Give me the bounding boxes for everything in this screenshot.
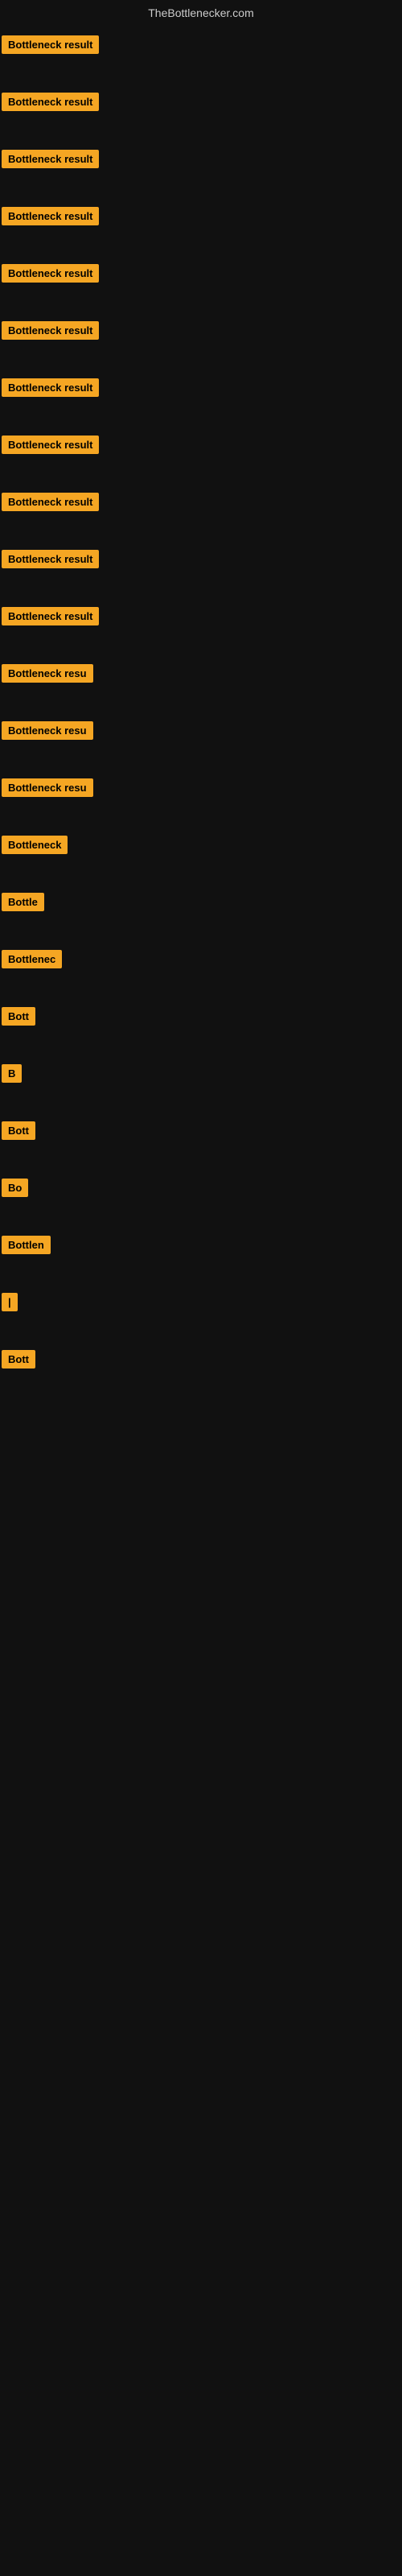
bottleneck-item-1: Bottleneck result xyxy=(0,27,402,62)
bottleneck-item-22: Bottlen xyxy=(0,1228,402,1262)
bottleneck-item-14: Bottleneck resu xyxy=(0,770,402,805)
bottleneck-badge-7[interactable]: Bottleneck result xyxy=(2,378,99,397)
bottleneck-badge-8[interactable]: Bottleneck result xyxy=(2,436,99,454)
bottleneck-item-5: Bottleneck result xyxy=(0,256,402,291)
bottleneck-item-18: Bott xyxy=(0,999,402,1034)
bottleneck-badge-16[interactable]: Bottle xyxy=(2,893,44,911)
bottleneck-item-8: Bottleneck result xyxy=(0,427,402,462)
bottleneck-badge-18[interactable]: Bott xyxy=(2,1007,35,1026)
bottleneck-item-13: Bottleneck resu xyxy=(0,713,402,748)
bottleneck-badge-20[interactable]: Bott xyxy=(2,1121,35,1140)
items-container: Bottleneck result Bottleneck result Bottle… xyxy=(0,27,402,1415)
bottleneck-badge-24[interactable]: Bott xyxy=(2,1350,35,1368)
bottleneck-badge-12[interactable]: Bottleneck resu xyxy=(2,664,93,683)
bottleneck-item-23: | xyxy=(0,1285,402,1319)
bottleneck-badge-1[interactable]: Bottleneck result xyxy=(2,35,99,54)
bottleneck-item-7: Bottleneck result xyxy=(0,370,402,405)
bottleneck-badge-13[interactable]: Bottleneck resu xyxy=(2,721,93,740)
bottleneck-badge-6[interactable]: Bottleneck result xyxy=(2,321,99,340)
bottleneck-badge-11[interactable]: Bottleneck result xyxy=(2,607,99,625)
bottleneck-item-9: Bottleneck result xyxy=(0,485,402,519)
bottleneck-badge-23[interactable]: | xyxy=(2,1293,18,1311)
bottleneck-item-12: Bottleneck resu xyxy=(0,656,402,691)
page-wrapper: TheBottlenecker.com Bottleneck resultBot… xyxy=(0,0,402,1415)
bottleneck-badge-4[interactable]: Bottleneck result xyxy=(2,207,99,225)
bottleneck-item-19: B xyxy=(0,1056,402,1091)
bottleneck-badge-10[interactable]: Bottleneck result xyxy=(2,550,99,568)
bottleneck-item-10: Bottleneck result xyxy=(0,542,402,576)
bottleneck-item-24: Bott xyxy=(0,1342,402,1377)
bottleneck-badge-19[interactable]: B xyxy=(2,1064,22,1083)
bottleneck-badge-5[interactable]: Bottleneck result xyxy=(2,264,99,283)
bottleneck-badge-14[interactable]: Bottleneck resu xyxy=(2,778,93,797)
bottleneck-item-25 xyxy=(0,1399,402,1415)
bottleneck-item-15: Bottleneck xyxy=(0,828,402,862)
bottleneck-item-4: Bottleneck result xyxy=(0,199,402,233)
bottleneck-badge-3[interactable]: Bottleneck result xyxy=(2,150,99,168)
bottleneck-badge-15[interactable]: Bottleneck xyxy=(2,836,68,854)
bottleneck-item-11: Bottleneck result xyxy=(0,599,402,634)
bottleneck-item-21: Bo xyxy=(0,1170,402,1205)
bottleneck-item-6: Bottleneck result xyxy=(0,313,402,348)
bottleneck-item-20: Bott xyxy=(0,1113,402,1148)
bottleneck-item-16: Bottle xyxy=(0,885,402,919)
bottleneck-item-3: Bottleneck result xyxy=(0,142,402,176)
site-header: TheBottlenecker.com xyxy=(0,0,402,27)
site-title: TheBottlenecker.com xyxy=(148,6,254,19)
bottleneck-badge-17[interactable]: Bottlenec xyxy=(2,950,62,968)
bottleneck-item-17: Bottlenec xyxy=(0,942,402,976)
bottleneck-badge-2[interactable]: Bottleneck result xyxy=(2,93,99,111)
bottleneck-badge-22[interactable]: Bottlen xyxy=(2,1236,51,1254)
bottleneck-item-2: Bottleneck result xyxy=(0,85,402,119)
bottleneck-badge-21[interactable]: Bo xyxy=(2,1179,28,1197)
bottleneck-badge-9[interactable]: Bottleneck result xyxy=(2,493,99,511)
